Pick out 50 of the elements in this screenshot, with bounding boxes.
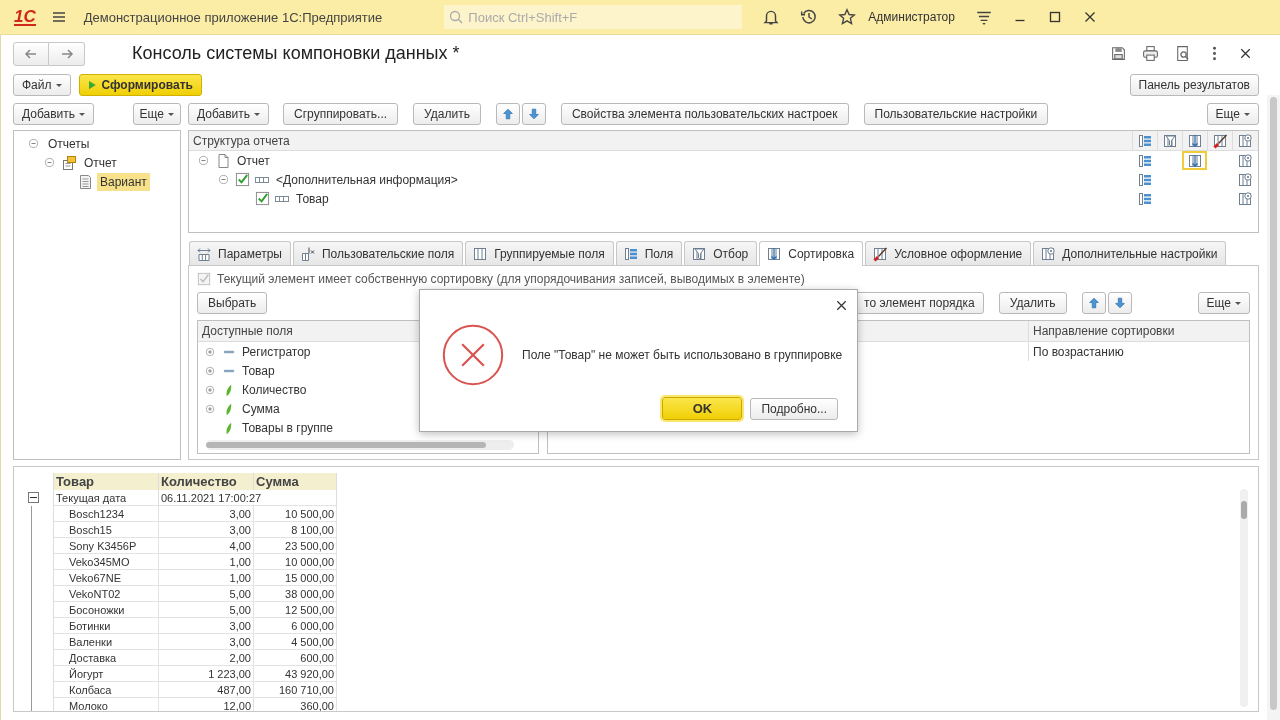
table-cell: Veko345MO: [53, 553, 159, 570]
table-cell: 6 000,00: [253, 617, 337, 634]
column-header: Товар: [53, 473, 159, 490]
table-cell: 1,00: [158, 569, 254, 586]
table-cell: 487,00: [158, 681, 254, 698]
table-cell: VekoNT02: [53, 585, 159, 602]
table-cell: Доставка: [53, 649, 159, 666]
table-cell-text: По возрастанию: [1032, 344, 1124, 359]
table-cell: Йогурт: [53, 665, 159, 682]
table-cell: Текущая дата: [53, 490, 159, 506]
table-cell: Валенки: [53, 633, 159, 650]
column-header: Структура отчета: [192, 133, 290, 148]
table-cell: 15 000,00: [253, 569, 337, 586]
table-cell: 23 500,00: [253, 537, 337, 554]
table-cell: Bosch15: [53, 521, 159, 538]
error-message: Поле "Товар" не может быть использовано в группировке: [522, 348, 843, 362]
table-cell: Veko67NE: [53, 569, 159, 586]
table-cell: Bosch1234: [53, 505, 159, 522]
column-header: Доступные поля: [202, 324, 293, 338]
table-cell: 38 000,00: [253, 585, 337, 602]
table-cell: 1,00: [158, 553, 254, 570]
table-cell: Ботинки: [53, 617, 159, 634]
table-cell: 4,00: [158, 537, 254, 554]
app-title: Демонстрационное приложение 1С:Предприятие: [83, 9, 383, 25]
checkbox-label: Текущий элемент имеет собственную сортировку (для упорядочивания записей, выводимых в элементе): [217, 272, 805, 286]
table-cell: 43 920,00: [253, 665, 337, 682]
table-cell: 4 500,00: [253, 633, 337, 650]
table-cell: 10 000,00: [253, 553, 337, 570]
column-header: Направление сортировки: [1032, 324, 1175, 338]
table-cell: 2,00: [158, 649, 254, 666]
column-header: Количество: [158, 473, 254, 490]
table-cell: 5,00: [158, 601, 254, 618]
form-title: Консоль системы компоновки данных *: [132, 42, 460, 64]
table-cell: 8 100,00: [253, 521, 337, 538]
app-logo: 1С: [14, 8, 36, 26]
table-cell: 5,00: [158, 585, 254, 602]
column-header: Сумма: [253, 473, 337, 490]
table-cell: 3,00: [158, 633, 254, 650]
table-cell: 600,00: [253, 649, 337, 666]
table-cell: 1 223,00: [158, 665, 254, 682]
table-cell: 160 710,00: [253, 681, 337, 698]
table-cell: Босоножки: [53, 601, 159, 618]
table-cell: Колбаса: [53, 681, 159, 698]
table-cell: 3,00: [158, 505, 254, 522]
table-cell: 3,00: [158, 521, 254, 538]
table-cell: Sony K3456P: [53, 537, 159, 554]
table-cell: 12 500,00: [253, 601, 337, 618]
table-cell: 10 500,00: [253, 505, 337, 522]
table-cell: 06.11.2021 17:00:27: [158, 490, 337, 506]
table-cell: 3,00: [158, 617, 254, 634]
